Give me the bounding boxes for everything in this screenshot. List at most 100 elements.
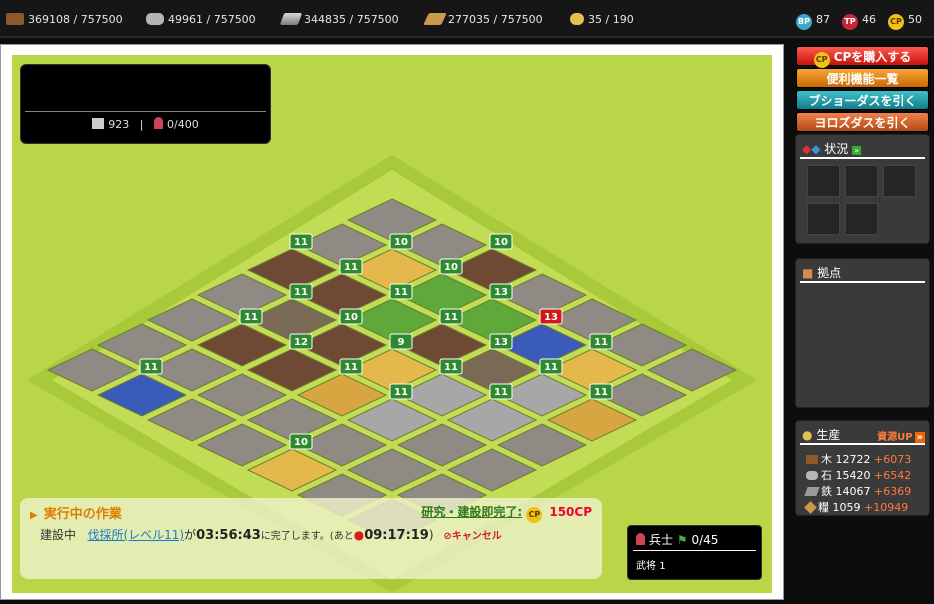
population-value: 35 / 190 (588, 13, 634, 26)
bp-value: 87 (816, 13, 830, 26)
buy-cp-label: CPを購入する (833, 50, 912, 64)
stone-resource: 49961 / 757500 (146, 12, 256, 28)
level-badge: 12 (289, 333, 313, 350)
troops-divider (633, 550, 756, 551)
production-stone: 石 15420 +6542 (806, 467, 911, 483)
instant-complete[interactable]: 研究・建設即完了: CP 150CP (421, 503, 592, 523)
expand-icon[interactable]: » (852, 146, 862, 155)
instant-cost: 150CP (549, 505, 592, 519)
base-icon: ■ (802, 266, 814, 280)
soldier-icon (636, 533, 645, 545)
production-iron-plus: +6369 (874, 485, 912, 498)
info-divider (25, 111, 266, 112)
level-badge-text: 10 (294, 437, 308, 448)
task-target-link[interactable]: 伐採所(レベル11) (87, 528, 184, 542)
level-badge-text: 10 (394, 237, 408, 248)
level-badge: 10 (339, 308, 363, 325)
base-title: 拠点 (817, 266, 842, 280)
production-rice-value: 1059 (832, 501, 861, 514)
iron-value: 344835 / 757500 (304, 13, 399, 26)
features-label: 便利機能一覧 (826, 72, 899, 86)
village-stats: 923 | 0/400 (21, 117, 270, 131)
stone-value: 49961 / 757500 (168, 13, 256, 26)
yorozu-gacha-button[interactable]: ヨロズダスを引く (796, 112, 929, 132)
production-iron-value: 14067 (835, 485, 871, 498)
rice-resource: 277035 / 757500 (423, 12, 543, 28)
production-iron-label: 鉄 (821, 485, 832, 498)
cancel-label: キャンセル (451, 531, 502, 542)
task-suffix: に完了します。(あと (260, 531, 354, 542)
generals-count: 1 (659, 561, 666, 572)
base-panel: ■ 拠点 (795, 258, 930, 408)
bp-badge[interactable]: BP 87 (796, 12, 830, 30)
level-badge-text: 13 (494, 337, 508, 348)
cp-icon: CP (888, 14, 904, 30)
task-connector: が (184, 528, 197, 542)
production-rice: 糧 1059 +10949 (804, 499, 908, 515)
resource-up-link[interactable]: 資源UP» (877, 428, 925, 443)
production-header: ● 生産 (802, 426, 840, 443)
level-badge-text: 11 (294, 287, 308, 298)
task-remaining: 09:17:19 (364, 528, 429, 543)
cp-badge[interactable]: CP 50 (888, 12, 922, 30)
features-button[interactable]: 便利機能一覧 (796, 68, 929, 88)
stats-separator: | (139, 118, 144, 131)
production-wood-plus: +6073 (874, 453, 912, 466)
level-badge-text: 11 (144, 362, 158, 373)
busho-gacha-button[interactable]: ブショーダスを引く (796, 90, 929, 110)
production-wood-label: 木 (821, 453, 832, 466)
status-slot-2[interactable] (845, 165, 878, 197)
status-slot-1[interactable] (807, 165, 840, 197)
cp-value: 50 (908, 13, 922, 26)
production-icon: ● (802, 428, 813, 442)
status-icon-2: ◆ (811, 142, 821, 156)
status-slot-5[interactable] (845, 203, 878, 235)
task-close-paren: ) (428, 528, 434, 542)
generals-row: 武将 1 (636, 557, 666, 572)
troops-count: 0/45 (691, 533, 719, 547)
status-icon: ◆ (802, 142, 812, 156)
village-info-box: 923 | 0/400 (20, 64, 271, 144)
level-badge: 9 (389, 333, 413, 350)
instant-complete-link[interactable]: 研究・建設即完了: (421, 505, 522, 519)
flag-icon: ⚑ (676, 533, 688, 547)
level-badge-text: 13 (494, 287, 508, 298)
tp-value: 46 (862, 13, 876, 26)
level-badge-text: 11 (594, 337, 608, 348)
tp-icon: TP (842, 14, 858, 30)
stone-icon (806, 471, 818, 480)
production-stone-label: 石 (821, 469, 832, 482)
cancel-button[interactable]: ⊘キャンセル (443, 531, 501, 542)
production-stone-plus: +6542 (874, 469, 912, 482)
troops-panel: 兵士 ⚑ 0/45 武将 1 (627, 525, 762, 580)
production-stone-value: 15420 (835, 469, 871, 482)
level-badge: 10 (389, 233, 413, 250)
population-icon (570, 13, 584, 25)
wood-icon (806, 455, 818, 464)
level-badge-text: 10 (344, 312, 358, 323)
production-title: 生産 (816, 428, 841, 442)
level-badge-text: 11 (494, 387, 508, 398)
level-badge: 11 (339, 258, 363, 275)
status-slot-4[interactable] (807, 203, 840, 235)
status-slot-3[interactable] (883, 165, 916, 197)
level-badge: 11 (389, 283, 413, 300)
generals-label: 武将 (636, 561, 656, 572)
troops-header: 兵士 ⚑ 0/45 (636, 531, 718, 548)
sidebar: CP CPを購入する 便利機能一覧 ブショーダスを引く ヨロズダスを引く ◆◆ 状… (790, 44, 934, 604)
level-badge: 13 (489, 333, 513, 350)
production-iron: 鉄 14067 +6369 (804, 483, 912, 499)
cp-icon: CP (526, 507, 543, 523)
village-population: 923 (108, 118, 130, 131)
buy-cp-button[interactable]: CP CPを購入する (796, 46, 929, 68)
level-badge-text: 11 (394, 387, 408, 398)
status-title: 状況 (824, 142, 849, 156)
production-divider (800, 443, 925, 445)
level-badge-text: 11 (544, 362, 558, 373)
wood-resource: 369108 / 757500 (6, 12, 123, 28)
production-wood-value: 12722 (835, 453, 871, 466)
tp-badge[interactable]: TP 46 (842, 12, 876, 30)
level-badge: 11 (439, 358, 463, 375)
level-badge: 11 (589, 333, 613, 350)
rice-icon (804, 501, 817, 514)
